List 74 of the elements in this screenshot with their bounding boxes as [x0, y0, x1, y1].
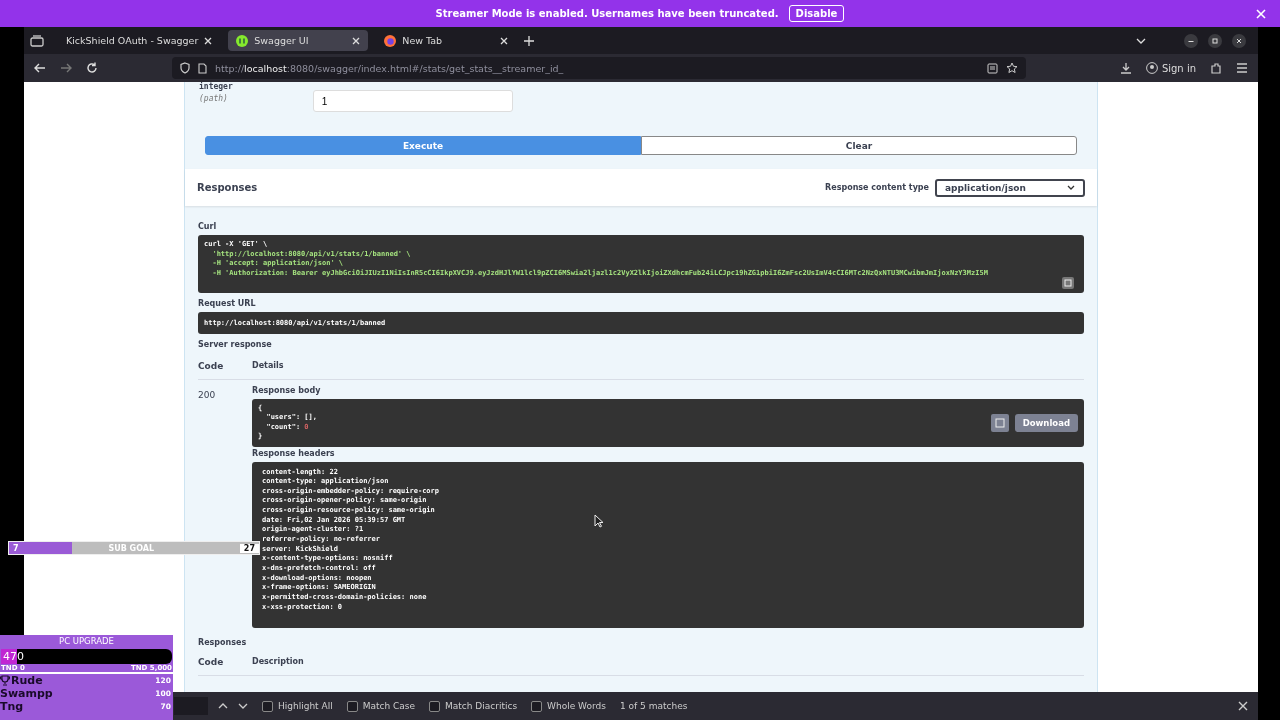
- content-type-select[interactable]: application/json: [935, 178, 1085, 197]
- chevron-down-icon[interactable]: [1136, 37, 1146, 44]
- field-label: Curl: [198, 222, 218, 231]
- column-header: Code: [198, 657, 225, 667]
- goal-title: PC UPGRADE: [58, 635, 115, 646]
- trophy-icon: [0, 675, 10, 686]
- account-icon: [1145, 62, 1158, 74]
- goal-current: 7: [12, 543, 20, 553]
- copy-icon[interactable]: [990, 413, 1009, 432]
- column-header: Details: [252, 360, 284, 371]
- column-header: Code: [198, 360, 225, 371]
- restore-icon[interactable]: [1208, 33, 1222, 48]
- close-icon[interactable]: [1232, 33, 1246, 48]
- parameter-location: (path): [199, 94, 229, 103]
- leader-name: Rude: [11, 674, 43, 687]
- checkbox-label[interactable]: Highlight All: [278, 701, 333, 711]
- column-header: Description: [252, 657, 304, 667]
- section-title: Responses: [197, 182, 258, 193]
- goal-label: SUB GOAL: [107, 543, 155, 553]
- extensions-icon[interactable]: [1210, 62, 1222, 74]
- swagger-logo-icon: [236, 34, 249, 47]
- shield-icon: [180, 62, 190, 74]
- find-field[interactable]: [174, 697, 208, 715]
- url-text: http://localhost:8080/swagger/index.html#/stats/get_stats__streamer_id_: [215, 62, 564, 74]
- leader-name: Swampp: [0, 687, 53, 700]
- copy-icon[interactable]: [1062, 276, 1074, 289]
- field-label: Request URL: [198, 298, 257, 308]
- disable-button[interactable]: Disable: [788, 5, 845, 22]
- field-label: Response headers: [252, 448, 336, 458]
- download-button[interactable]: Download: [1014, 413, 1078, 432]
- checkbox-label[interactable]: Match Case: [362, 701, 415, 711]
- close-icon[interactable]: [204, 36, 213, 45]
- plus-icon[interactable]: [524, 35, 535, 46]
- checkbox-label[interactable]: Match Diacritics: [445, 701, 518, 711]
- menu-icon[interactable]: [1236, 63, 1248, 73]
- reader-view-icon[interactable]: [986, 62, 998, 74]
- browser-tab[interactable]: Swagger UI: [228, 30, 369, 51]
- section-title: Responses: [198, 638, 248, 647]
- parameter-type: integer: [199, 82, 233, 91]
- mouse-cursor-icon: [594, 513, 604, 528]
- address-bar[interactable]: http://localhost:8080/swagger/index.html#/stats/get_stats__streamer_id_: [172, 57, 1026, 79]
- checkbox[interactable]: [429, 700, 440, 712]
- sign-in-button[interactable]: Sign in: [1145, 62, 1196, 74]
- clear-button[interactable]: Clear: [641, 136, 1077, 155]
- browser-tab[interactable]: New Tab: [376, 30, 517, 51]
- star-icon[interactable]: [1005, 62, 1018, 74]
- reload-icon[interactable]: [86, 62, 98, 74]
- field-label: Response body: [252, 385, 322, 395]
- checkbox-label[interactable]: Whole Words: [547, 701, 606, 711]
- status-code: 200: [198, 389, 217, 400]
- leader-name: Tng: [0, 700, 24, 713]
- tab-list-icon[interactable]: [30, 34, 44, 47]
- close-icon[interactable]: [352, 36, 361, 45]
- close-icon[interactable]: [1238, 701, 1248, 711]
- chevron-up-icon[interactable]: [218, 703, 228, 709]
- back-arrow-icon[interactable]: [34, 63, 46, 73]
- download-icon[interactable]: [1119, 62, 1132, 74]
- banner-text: Streamer Mode is enabled. Usernames have been truncated.: [435, 8, 779, 19]
- browser-logo-icon: [384, 34, 397, 47]
- forward-arrow-icon[interactable]: [60, 63, 72, 73]
- chevron-down-icon[interactable]: [238, 703, 248, 709]
- field-label: Server response: [198, 339, 273, 349]
- checkbox[interactable]: [531, 700, 543, 712]
- checkbox[interactable]: [262, 700, 273, 712]
- field-label: Response content type: [825, 183, 929, 192]
- minimize-icon[interactable]: [1184, 33, 1198, 48]
- page-icon: [198, 62, 207, 74]
- close-icon[interactable]: [500, 36, 509, 45]
- match-count: 1 of 5 matches: [619, 701, 688, 711]
- browser-tab[interactable]: KickShield OAuth - Swagger: [58, 30, 221, 51]
- goal-target: 27: [239, 543, 259, 553]
- checkbox[interactable]: [346, 700, 358, 712]
- chevron-down-icon: [1067, 185, 1075, 190]
- parameter-input[interactable]: 1: [312, 90, 513, 112]
